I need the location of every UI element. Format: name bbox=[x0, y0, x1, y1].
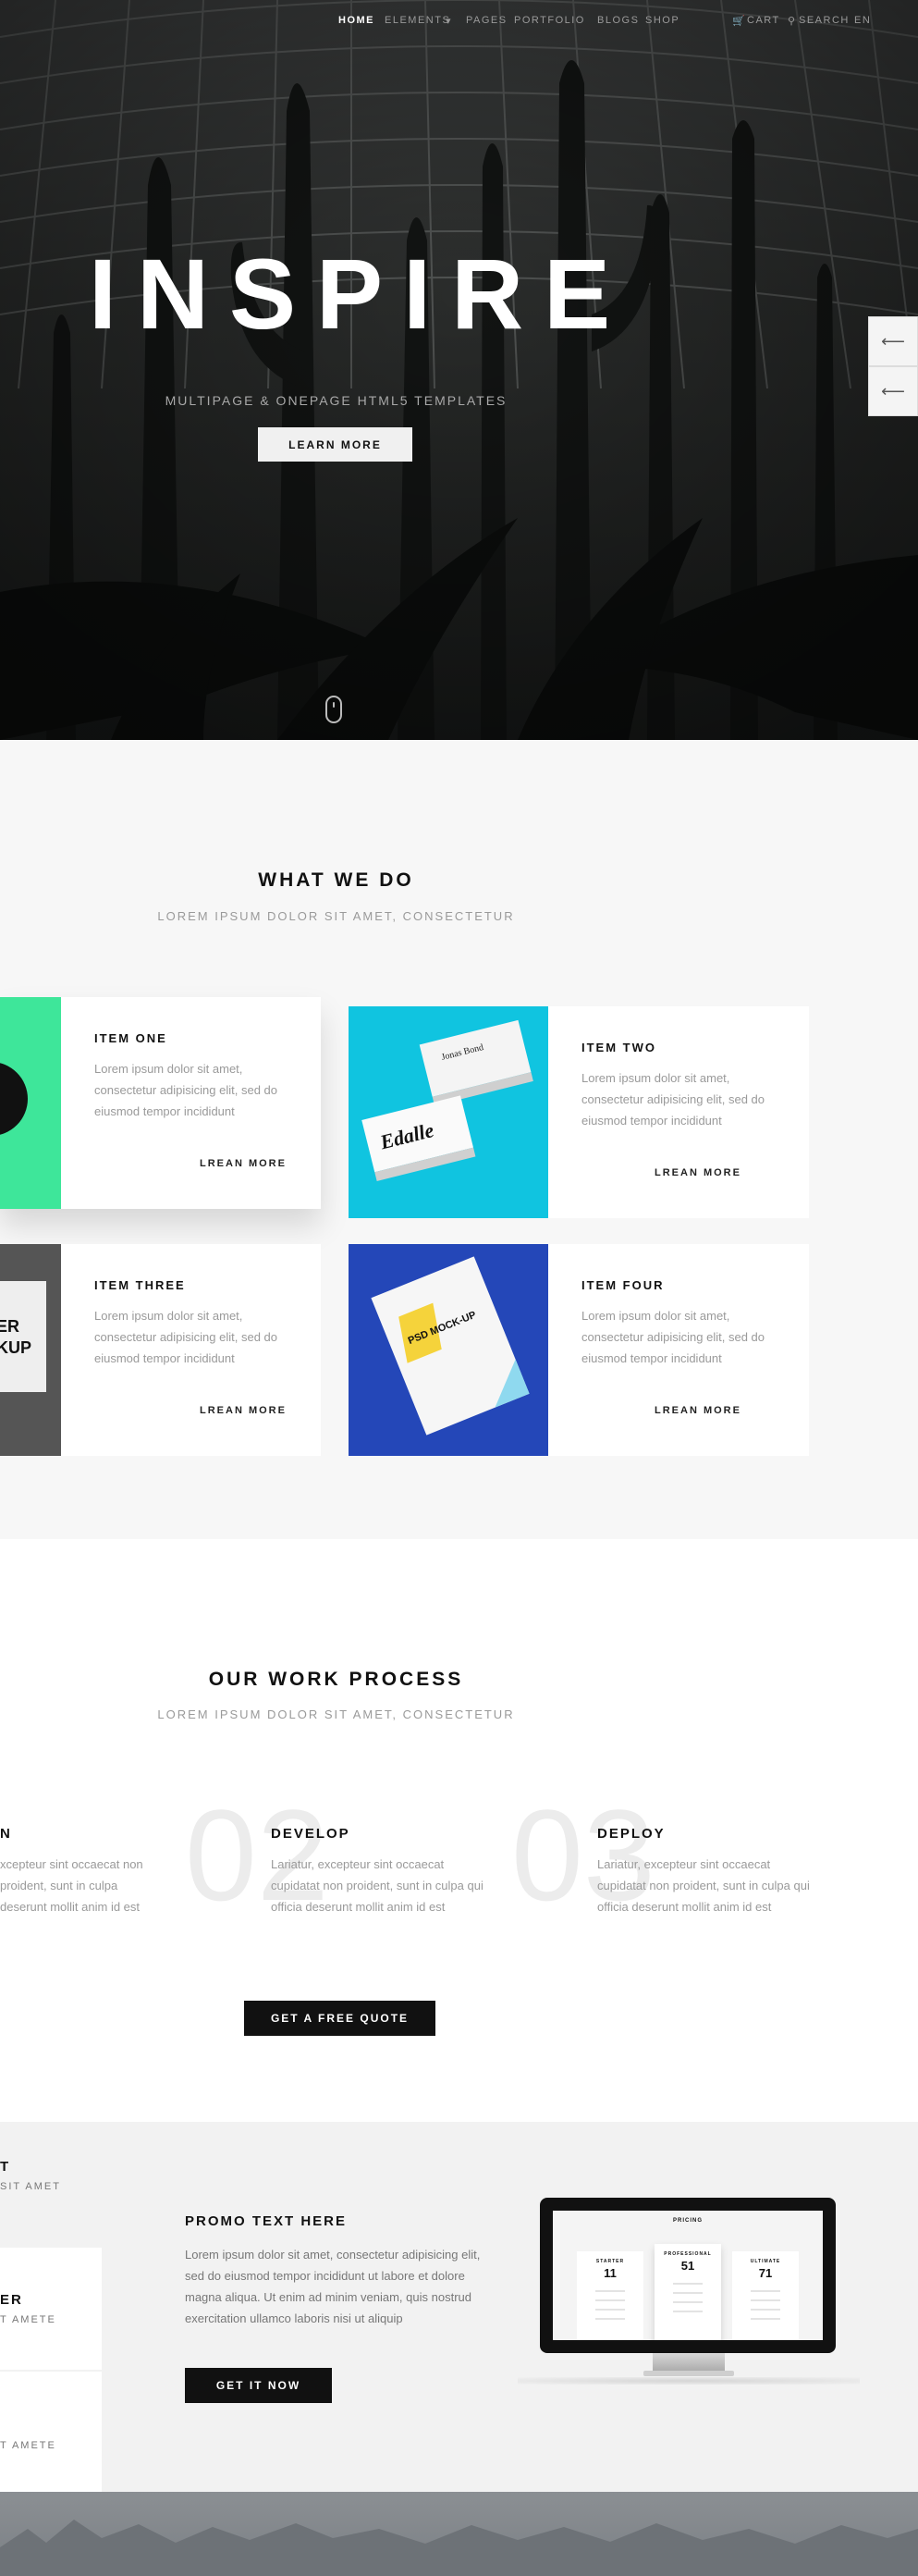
services-title: WHAT WE DO bbox=[258, 869, 414, 891]
item-two-info: ITEM TWO Lorem ipsum dolor sit amet, con… bbox=[548, 1006, 809, 1218]
services-subtitle: LOREM IPSUM DOLOR SIT AMET, CONSECTETUR bbox=[157, 909, 515, 923]
item-one-illustration bbox=[0, 1063, 28, 1135]
plan-name: PROFESSIONAL bbox=[664, 2251, 712, 2257]
get-it-now-button[interactable]: GET IT NOW bbox=[185, 2368, 332, 2403]
service-card-item-one: ITEM ONE Lorem ipsum dolor sit amet, con… bbox=[0, 997, 321, 1209]
promo-left-card-1-text: T AMETE bbox=[0, 2314, 56, 2325]
item-three-info: ITEM THREE Lorem ipsum dolor sit amet, c… bbox=[61, 1244, 321, 1456]
svg-text:KUP: KUP bbox=[0, 1338, 31, 1357]
business-card-mockup: Jonas Bond Edalle bbox=[361, 1019, 533, 1181]
work-process-section: OUR WORK PROCESS LOREM IPSUM DOLOR SIT A… bbox=[0, 1539, 918, 2122]
item-one-text: Lorem ipsum dolor sit amet, consectetur … bbox=[94, 1062, 278, 1118]
nav-item-home[interactable]: HOME bbox=[338, 15, 374, 26]
screen-pricing-title: PRICING bbox=[672, 2218, 703, 2224]
top-navigation: HOME ELEMENTS ▾ PAGES PORTFOLIO BLOGS SH… bbox=[0, 15, 918, 33]
arrow-left-icon[interactable]: ⟵ bbox=[868, 366, 918, 416]
nav-item-elements[interactable]: ELEMENTS bbox=[385, 15, 450, 26]
process-title: OUR WORK PROCESS bbox=[208, 1669, 464, 1690]
poster-mockup-illustration: ER KUP bbox=[0, 1281, 46, 1392]
pricing-plan-starter: STARTER 11 bbox=[577, 2251, 643, 2340]
promo-left-subtitle-fragment: SIT AMET bbox=[0, 2181, 61, 2192]
plan-price: 51 bbox=[680, 2259, 695, 2273]
chevron-down-icon: ▾ bbox=[446, 16, 453, 27]
item-three-image: ER KUP bbox=[0, 1244, 61, 1456]
item-three-text: Lorem ipsum dolor sit amet, consectetur … bbox=[94, 1309, 278, 1365]
forest-silhouette bbox=[0, 2520, 918, 2576]
svg-text:ER: ER bbox=[0, 1317, 19, 1336]
step-1-title: N bbox=[0, 1826, 12, 1842]
cart-icon: 🛒 bbox=[732, 16, 747, 27]
service-card-item-four: PSD MOCK-UP ITEM FOUR Lorem ipsum dolor … bbox=[349, 1244, 809, 1456]
promo-section: T SIT AMET ER T AMETE T AMETE PROMO TEXT… bbox=[0, 2122, 918, 2492]
monitor-shadow bbox=[518, 2377, 860, 2385]
step-2-title: DEVELOP bbox=[271, 1826, 350, 1842]
nav-item-search[interactable]: SEARCH bbox=[799, 15, 850, 26]
promo-left-card-2: T AMETE bbox=[0, 2372, 102, 2492]
step-3-text: Lariatur, excepteur sint occaecat cupida… bbox=[597, 1857, 810, 1914]
pricing-plan-ultimate: ULTIMATE 71 bbox=[732, 2251, 799, 2340]
promo-left-card-1-title: ER bbox=[0, 2292, 23, 2308]
item-two-learn-more-link[interactable]: LREAN MORE bbox=[655, 1167, 741, 1178]
promo-left-card-2-text: T AMETE bbox=[0, 2440, 56, 2451]
step-3-title: DEPLOY bbox=[597, 1826, 666, 1842]
item-four-text: Lorem ipsum dolor sit amet, consectetur … bbox=[581, 1309, 765, 1365]
nav-item-pages[interactable]: PAGES bbox=[466, 15, 508, 26]
promo-left-header: T SIT AMET bbox=[0, 2122, 111, 2247]
nav-item-blogs[interactable]: BLOGS bbox=[597, 15, 639, 26]
item-one-image bbox=[0, 997, 61, 1209]
item-two-title: ITEM TWO bbox=[581, 1041, 656, 1054]
hero-subtitle: MULTIPAGE & ONEPAGE HTML5 TEMPLATES bbox=[165, 393, 508, 408]
plan-price: 71 bbox=[758, 2266, 773, 2280]
services-section: WHAT WE DO LOREM IPSUM DOLOR SIT AMET, C… bbox=[0, 740, 918, 1539]
paper-mockup-illustration: PSD MOCK-UP bbox=[371, 1256, 530, 1436]
item-two-text: Lorem ipsum dolor sit amet, consectetur … bbox=[581, 1071, 765, 1128]
promo-left-card-1: ER T AMETE bbox=[0, 2248, 102, 2370]
hero-title: INSPIRE bbox=[89, 238, 631, 350]
nav-item-shop[interactable]: SHOP bbox=[645, 15, 679, 26]
footer-parallax-image bbox=[0, 2492, 918, 2576]
arrow-left-icon[interactable]: ⟵ bbox=[868, 316, 918, 366]
nav-item-language[interactable]: EN bbox=[854, 15, 871, 26]
search-icon: ⚲ bbox=[788, 16, 797, 27]
nav-item-cart[interactable]: CART bbox=[747, 15, 780, 26]
promo-title: PROMO TEXT HERE bbox=[185, 2213, 348, 2229]
item-four-learn-more-link[interactable]: LREAN MORE bbox=[655, 1405, 741, 1416]
item-four-info: ITEM FOUR Lorem ipsum dolor sit amet, co… bbox=[548, 1244, 809, 1456]
pricing-plan-professional: PROFESSIONAL 51 bbox=[655, 2244, 721, 2340]
item-four-title: ITEM FOUR bbox=[581, 1278, 665, 1292]
item-one-learn-more-link[interactable]: LREAN MORE bbox=[200, 1158, 287, 1169]
promo-text: Lorem ipsum dolor sit amet, consectetur … bbox=[185, 2248, 481, 2325]
item-three-learn-more-link[interactable]: LREAN MORE bbox=[200, 1405, 287, 1416]
item-three-title: ITEM THREE bbox=[94, 1278, 186, 1292]
greenhouse-background-image bbox=[0, 0, 918, 740]
hero-section: HOME ELEMENTS ▾ PAGES PORTFOLIO BLOGS SH… bbox=[0, 0, 918, 740]
scroll-mouse-icon[interactable] bbox=[325, 696, 342, 723]
item-four-image: PSD MOCK-UP bbox=[349, 1244, 548, 1456]
nav-item-portfolio[interactable]: PORTFOLIO bbox=[514, 15, 585, 26]
plan-price: 11 bbox=[604, 2266, 617, 2280]
monitor-screen: PRICING STARTER 11 PROFESSIONAL 51 ULTIM… bbox=[553, 2211, 823, 2340]
monitor-stand-base bbox=[643, 2371, 734, 2376]
step-1-text: xcepteur sint occaecat non proident, sun… bbox=[0, 1857, 143, 1914]
service-card-item-three: ER KUP ITEM THREE Lorem ipsum dolor sit … bbox=[0, 1244, 321, 1456]
process-subtitle: LOREM IPSUM DOLOR SIT AMET, CONSECTETUR bbox=[157, 1707, 515, 1721]
item-two-image: Jonas Bond Edalle bbox=[349, 1006, 548, 1218]
monitor-mockup: PRICING STARTER 11 PROFESSIONAL 51 ULTIM… bbox=[540, 2198, 836, 2353]
item-one-title: ITEM ONE bbox=[94, 1031, 167, 1045]
monitor-stand bbox=[653, 2353, 725, 2372]
learn-more-button[interactable]: LEARN MORE bbox=[258, 427, 412, 462]
promo-left-title-fragment: T bbox=[0, 2159, 9, 2175]
step-2-text: Lariatur, excepteur sint occaecat cupida… bbox=[271, 1857, 483, 1914]
item-one-info: ITEM ONE Lorem ipsum dolor sit amet, con… bbox=[61, 997, 321, 1209]
get-free-quote-button[interactable]: GET A FREE QUOTE bbox=[244, 2001, 435, 2036]
plan-name: ULTIMATE bbox=[750, 2259, 781, 2264]
service-card-item-two: Jonas Bond Edalle ITEM TWO Lorem ipsum d… bbox=[349, 1006, 809, 1218]
plan-name: STARTER bbox=[595, 2259, 625, 2264]
